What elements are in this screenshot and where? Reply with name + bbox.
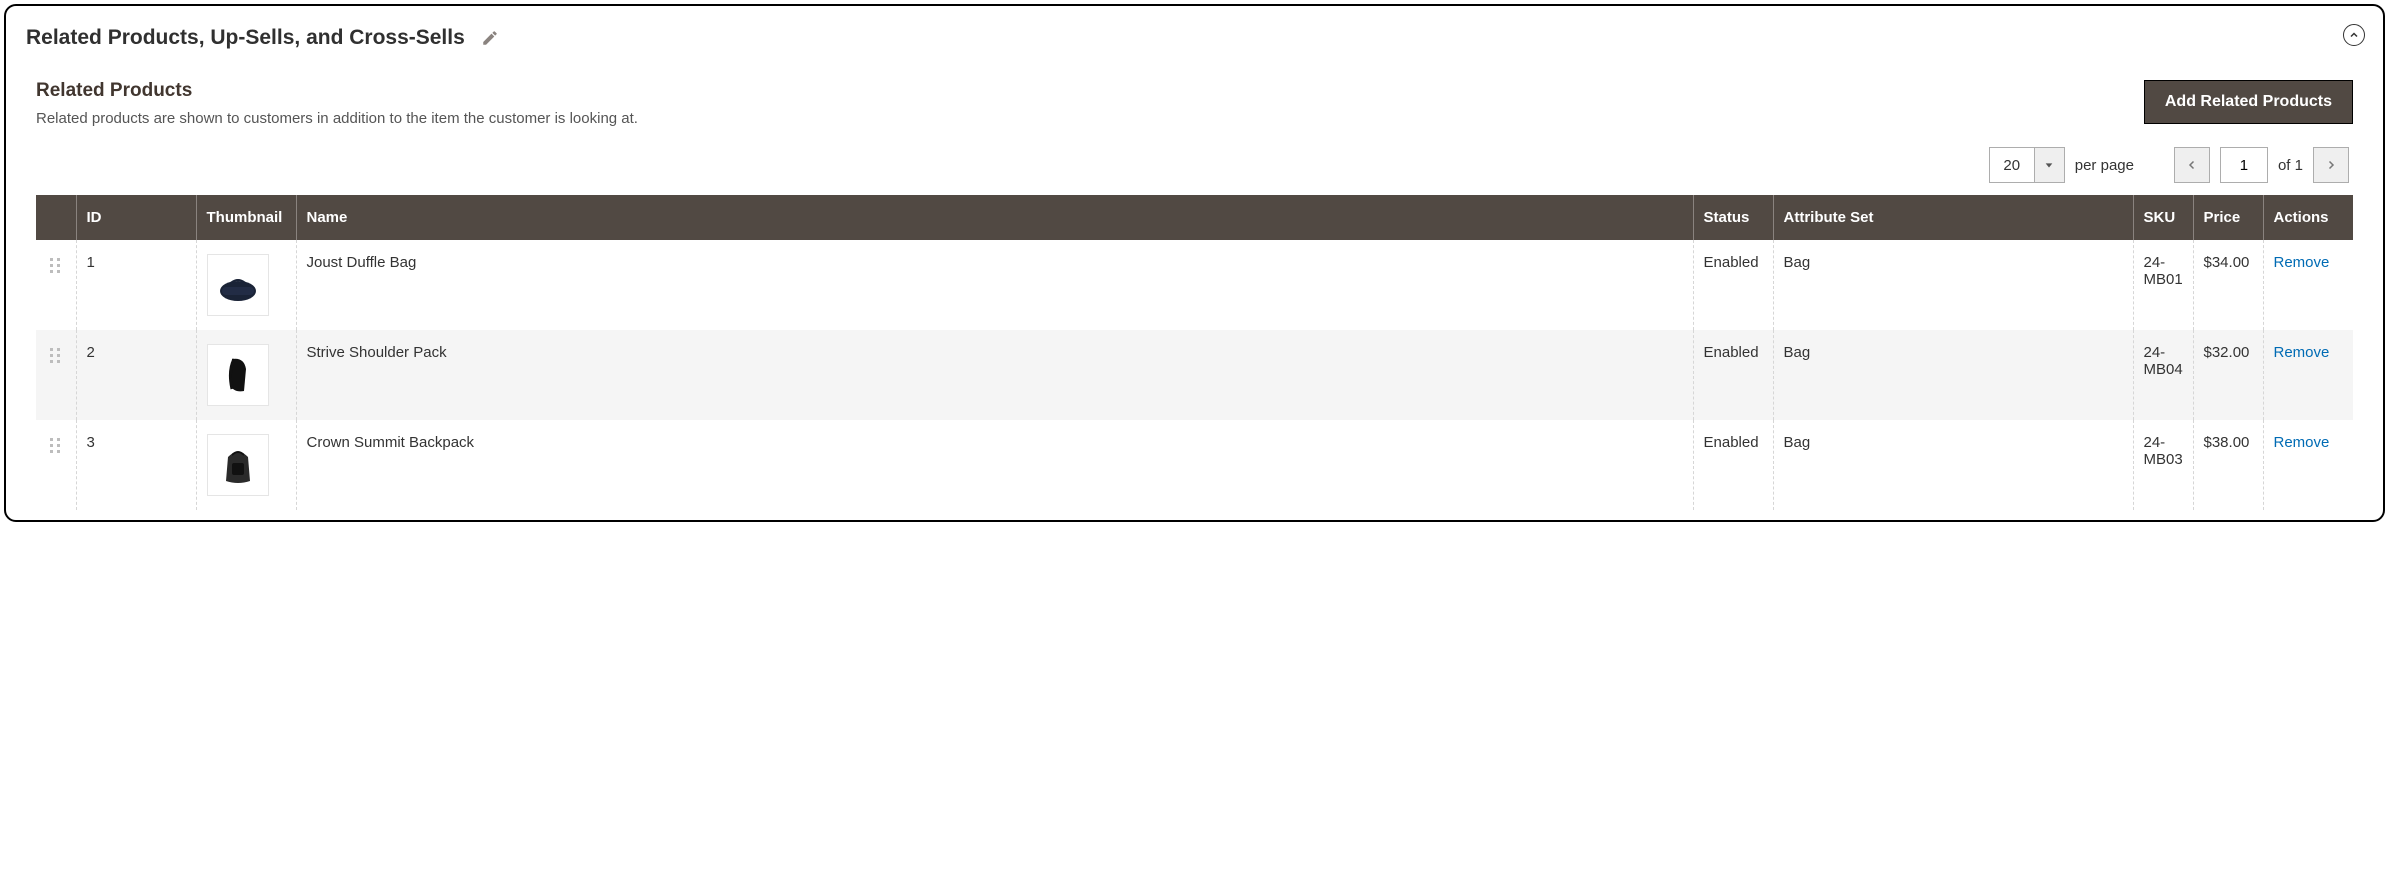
pager: 20 per page of 1: [36, 147, 2353, 183]
panel-header: Related Products, Up-Sells, and Cross-Se…: [16, 26, 2373, 70]
related-products-table: ID Thumbnail Name Status Attribute Set S…: [36, 195, 2353, 510]
prev-page-button[interactable]: [2174, 147, 2210, 183]
cell-id: 1: [76, 240, 196, 330]
page-of-label: of 1: [2278, 157, 2303, 174]
remove-link[interactable]: Remove: [2274, 344, 2330, 361]
per-page-label: per page: [2075, 157, 2134, 174]
col-header-actions[interactable]: Actions: [2263, 195, 2353, 240]
next-page-button[interactable]: [2313, 147, 2349, 183]
cell-name: Strive Shoulder Pack: [296, 330, 1693, 420]
col-header-status[interactable]: Status: [1693, 195, 1773, 240]
per-page-select[interactable]: 20: [1989, 147, 2065, 183]
cell-id: 3: [76, 420, 196, 510]
table-header-row: ID Thumbnail Name Status Attribute Set S…: [36, 195, 2353, 240]
page-number-input[interactable]: [2220, 147, 2268, 183]
cell-status: Enabled: [1693, 420, 1773, 510]
col-header-attribute-set[interactable]: Attribute Set: [1773, 195, 2133, 240]
cell-price: $38.00: [2193, 420, 2263, 510]
remove-link[interactable]: Remove: [2274, 254, 2330, 271]
cell-name: Crown Summit Backpack: [296, 420, 1693, 510]
cell-attribute-set: Bag: [1773, 420, 2133, 510]
cell-sku: 24-MB04: [2133, 330, 2193, 420]
thumbnail-image: [207, 344, 269, 406]
drag-handle-icon[interactable]: [46, 434, 66, 456]
col-header-name[interactable]: Name: [296, 195, 1693, 240]
cell-id: 2: [76, 330, 196, 420]
thumbnail-image: [207, 254, 269, 316]
col-header-price[interactable]: Price: [2193, 195, 2263, 240]
section-description: Related products are shown to customers …: [36, 110, 638, 127]
cell-attribute-set: Bag: [1773, 240, 2133, 330]
cell-name: Joust Duffle Bag: [296, 240, 1693, 330]
col-header-id[interactable]: ID: [76, 195, 196, 240]
collapse-icon[interactable]: [2343, 24, 2365, 46]
thumbnail-image: [207, 434, 269, 496]
cell-status: Enabled: [1693, 330, 1773, 420]
per-page-value: 20: [1990, 148, 2034, 182]
cell-attribute-set: Bag: [1773, 330, 2133, 420]
cell-price: $34.00: [2193, 240, 2263, 330]
add-related-products-button[interactable]: Add Related Products: [2144, 80, 2353, 124]
col-header-handle: [36, 195, 76, 240]
col-header-thumbnail[interactable]: Thumbnail: [196, 195, 296, 240]
cell-sku: 24-MB01: [2133, 240, 2193, 330]
table-row: 1 Joust Duffle Bag Enabled Bag 24-MB01 $…: [36, 240, 2353, 330]
remove-link[interactable]: Remove: [2274, 434, 2330, 451]
drag-handle-icon[interactable]: [46, 254, 66, 276]
col-header-sku[interactable]: SKU: [2133, 195, 2193, 240]
cell-status: Enabled: [1693, 240, 1773, 330]
cell-price: $32.00: [2193, 330, 2263, 420]
related-products-panel: Related Products, Up-Sells, and Cross-Se…: [4, 4, 2385, 522]
cell-sku: 24-MB03: [2133, 420, 2193, 510]
related-products-section: Related Products Related products are sh…: [16, 70, 2373, 510]
per-page-dropdown-button[interactable]: [2034, 148, 2064, 182]
panel-title: Related Products, Up-Sells, and Cross-Se…: [26, 26, 465, 50]
section-title: Related Products: [36, 80, 638, 102]
table-row: 2 Strive Shoulder Pack Enabled Bag 24-MB…: [36, 330, 2353, 420]
table-row: 3 Crown Summit Backpack Enabled Bag 24-M…: [36, 420, 2353, 510]
drag-handle-icon[interactable]: [46, 344, 66, 366]
edit-icon[interactable]: [481, 29, 499, 47]
